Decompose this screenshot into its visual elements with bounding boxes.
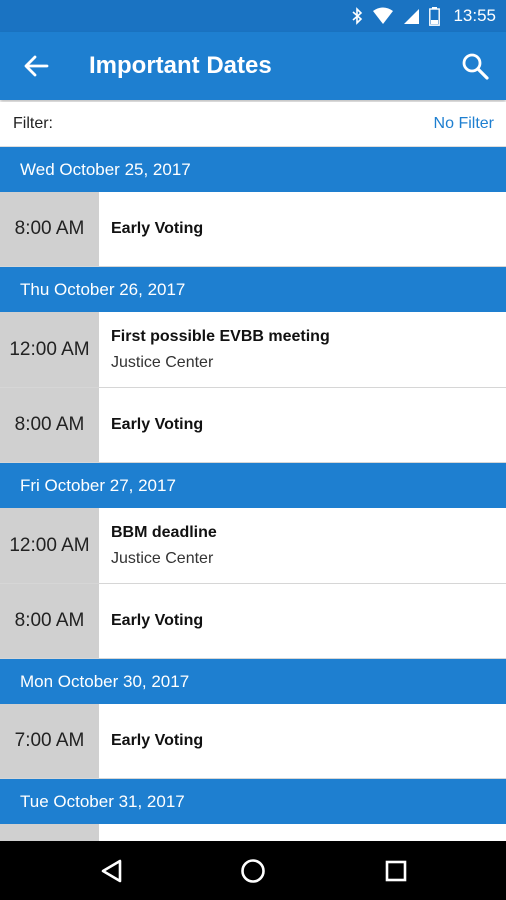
- event-row[interactable]: 8:00 AM Early Voting: [0, 584, 506, 659]
- event-body: Early Voting: [99, 704, 506, 778]
- arrow-left-icon[interactable]: [22, 52, 50, 80]
- event-title: Early Voting: [111, 416, 204, 433]
- event-title: BBM deadline: [111, 523, 217, 541]
- date-header: Tue October 31, 2017: [0, 779, 506, 824]
- search-icon[interactable]: [460, 51, 490, 81]
- event-time: [0, 824, 99, 841]
- date-header: Thu October 26, 2017: [0, 267, 506, 312]
- event-body: [99, 824, 506, 841]
- dates-list[interactable]: Wed October 25, 2017 8:00 AM Early Votin…: [0, 147, 506, 841]
- event-location: Justice Center: [111, 353, 214, 371]
- system-nav-bar: [0, 841, 506, 900]
- status-time: 13:55: [453, 6, 496, 25]
- event-row[interactable]: [0, 824, 506, 841]
- event-row[interactable]: 7:00 AM Early Voting: [0, 704, 506, 779]
- status-icons: 13:55: [351, 0, 496, 32]
- event-body: First possible EVBB meeting Justice Cent…: [99, 312, 506, 387]
- filter-value-link[interactable]: No Filter: [434, 115, 494, 133]
- app-bar: Important Dates: [0, 32, 506, 100]
- recents-square-icon[interactable]: [380, 855, 412, 887]
- event-body: Early Voting: [99, 388, 506, 462]
- event-time: 12:00 AM: [0, 508, 99, 583]
- event-row[interactable]: 8:00 AM Early Voting: [0, 192, 506, 267]
- event-title: Early Voting: [111, 612, 204, 629]
- event-time: 8:00 AM: [0, 584, 99, 658]
- signal-icon: [404, 8, 420, 24]
- event-time: 12:00 AM: [0, 312, 99, 387]
- wifi-icon: [373, 7, 394, 24]
- status-bar: 13:55: [0, 0, 506, 32]
- event-body: BBM deadline Justice Center: [99, 508, 506, 583]
- back-triangle-icon[interactable]: [96, 855, 128, 887]
- filter-row: Filter: No Filter: [0, 102, 506, 147]
- date-header: Fri October 27, 2017: [0, 463, 506, 508]
- event-location: Justice Center: [111, 549, 214, 567]
- page-title: Important Dates: [89, 52, 272, 79]
- battery-icon: [429, 6, 441, 26]
- event-body: Early Voting: [99, 192, 506, 266]
- filter-label: Filter:: [13, 115, 53, 132]
- event-title: First possible EVBB meeting: [111, 327, 330, 345]
- event-row[interactable]: 12:00 AM BBM deadline Justice Center: [0, 508, 506, 584]
- event-title: Early Voting: [111, 732, 204, 749]
- bluetooth-icon: [352, 7, 363, 25]
- event-row[interactable]: 8:00 AM Early Voting: [0, 388, 506, 463]
- event-time: 8:00 AM: [0, 388, 99, 462]
- event-time: 8:00 AM: [0, 192, 99, 266]
- event-time: 7:00 AM: [0, 704, 99, 778]
- date-header: Wed October 25, 2017: [0, 147, 506, 192]
- event-body: Early Voting: [99, 584, 506, 658]
- event-title: Early Voting: [111, 220, 204, 237]
- event-row[interactable]: 12:00 AM First possible EVBB meeting Jus…: [0, 312, 506, 388]
- date-header: Mon October 30, 2017: [0, 659, 506, 704]
- home-circle-icon[interactable]: [237, 855, 269, 887]
